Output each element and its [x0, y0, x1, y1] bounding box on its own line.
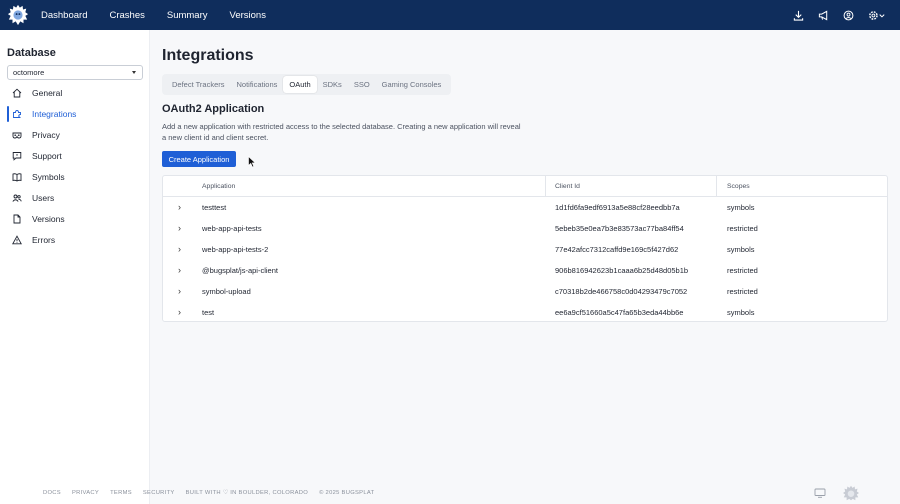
column-header-scopes: Scopes — [727, 183, 750, 190]
tab-oauth[interactable]: OAuth — [283, 76, 317, 93]
nav-versions[interactable]: Versions — [230, 10, 266, 21]
tab-defect-trackers[interactable]: Defect Trackers — [166, 76, 231, 93]
gear-icon[interactable] — [868, 10, 886, 21]
home-icon — [12, 88, 22, 98]
bugsplat-logo[interactable] — [7, 4, 29, 26]
users-icon — [12, 193, 22, 203]
table-row[interactable]: › symbol-upload c70318b2de466758c0d04293… — [163, 281, 887, 302]
scopes: restricted — [727, 287, 758, 296]
sidebar: Database octomore General Integrations P… — [0, 30, 150, 504]
client-id: ee6a9cf51660a5c47fa65b3eda44bb6e — [555, 308, 684, 317]
client-id: c70318b2de466758c0d04293479c7052 — [555, 287, 688, 296]
nav-crashes[interactable]: Crashes — [109, 10, 144, 21]
application-name: web-app-api-tests-2 — [202, 245, 269, 254]
nav-summary[interactable]: Summary — [167, 10, 208, 21]
monitor-icon[interactable] — [814, 488, 826, 498]
integrations-tabs: Defect Trackers Notifications OAuth SDKs… — [162, 74, 452, 95]
chevron-right-icon[interactable]: › — [178, 260, 181, 281]
footer-link-terms[interactable]: TERMS — [110, 490, 132, 496]
client-id: 906b816942623b1caaa6b25d48d05b1b — [555, 266, 689, 275]
file-icon — [12, 214, 22, 224]
footer-icons — [814, 485, 860, 501]
chevron-right-icon[interactable]: › — [178, 239, 181, 260]
section-description: Add a new application with restricted ac… — [162, 122, 521, 142]
puzzle-icon — [12, 109, 22, 119]
application-name: symbol-upload — [202, 287, 251, 296]
tab-notifications[interactable]: Notifications — [231, 76, 284, 93]
download-icon[interactable] — [793, 10, 804, 21]
scopes: symbols — [727, 308, 755, 317]
footer-copyright: © 2025 BUGSPLAT — [319, 490, 375, 496]
sidebar-item-integrations[interactable]: Integrations — [0, 104, 150, 124]
database-select[interactable]: octomore — [7, 65, 143, 80]
table-row[interactable]: › test ee6a9cf51660a5c47fa65b3eda44bb6e … — [163, 302, 887, 321]
sidebar-item-privacy[interactable]: Privacy — [0, 125, 150, 145]
chevron-right-icon[interactable]: › — [178, 218, 181, 239]
sidebar-item-support[interactable]: Support — [0, 146, 150, 166]
application-name: testtest — [202, 203, 227, 212]
scopes: restricted — [727, 224, 758, 233]
sidebar-item-label: Errors — [32, 235, 56, 245]
page-title: Integrations — [162, 47, 254, 64]
sidebar-item-label: Versions — [32, 214, 65, 224]
chevron-right-icon[interactable]: › — [178, 302, 181, 321]
table-header: Application Client Id Scopes — [163, 176, 887, 197]
table-row[interactable]: › web-app-api-tests-2 77e42afcc7312caffd… — [163, 239, 887, 260]
sidebar-item-errors[interactable]: Errors — [0, 230, 150, 250]
sidebar-item-symbols[interactable]: Symbols — [0, 167, 150, 187]
tab-sdks[interactable]: SDKs — [317, 76, 348, 93]
bugsplat-footer-logo — [843, 485, 859, 501]
mouse-cursor-icon — [248, 156, 256, 168]
sidebar-item-label: Privacy — [32, 130, 60, 140]
footer-link-security[interactable]: SECURITY — [143, 490, 175, 496]
section-title: OAuth2 Application — [162, 103, 265, 115]
sidebar-title: Database — [7, 47, 56, 59]
create-application-button[interactable]: Create Application — [162, 151, 236, 167]
chevron-right-icon[interactable]: › — [178, 197, 181, 218]
mask-icon — [12, 130, 22, 140]
column-divider — [545, 176, 546, 197]
footer-link-docs[interactable]: DOCS — [43, 490, 61, 496]
application-name: test — [202, 308, 215, 317]
scopes: restricted — [727, 266, 758, 275]
client-id: 77e42afcc7312caffd9e169c5f427d62 — [555, 245, 679, 254]
application-name: @bugsplat/js-api-client — [202, 266, 278, 275]
megaphone-icon[interactable] — [818, 10, 829, 21]
sidebar-item-label: Users — [32, 193, 55, 203]
sidebar-item-general[interactable]: General — [0, 83, 150, 103]
column-header-application: Application — [202, 183, 236, 190]
scopes: symbols — [727, 203, 755, 212]
chat-icon — [12, 151, 22, 161]
sidebar-item-label: Integrations — [32, 109, 77, 119]
top-nav-bar: Dashboard Crashes Summary Versions — [0, 0, 900, 30]
tab-sso[interactable]: SSO — [348, 76, 376, 93]
scopes: symbols — [727, 245, 755, 254]
client-id: 5ebeb35e0ea7b3e83573ac77ba84ff54 — [555, 224, 684, 233]
user-circle-icon[interactable] — [843, 10, 854, 21]
sidebar-item-versions[interactable]: Versions — [0, 209, 150, 229]
warning-icon — [12, 235, 22, 245]
footer-link-privacy[interactable]: PRIVACY — [72, 490, 99, 496]
table-row[interactable]: › web-app-api-tests 5ebeb35e0ea7b3e83573… — [163, 218, 887, 239]
sidebar-item-users[interactable]: Users — [0, 188, 150, 208]
table-row[interactable]: › @bugsplat/js-api-client 906b816942623b… — [163, 260, 887, 281]
nav-dashboard[interactable]: Dashboard — [41, 10, 87, 21]
book-icon — [12, 172, 22, 182]
caret-down-icon — [132, 71, 136, 74]
table-row[interactable]: › testtest 1d1fd6fa9edf6913a5e88cf28eedb… — [163, 197, 887, 218]
sidebar-item-label: General — [32, 88, 63, 98]
client-id: 1d1fd6fa9edf6913a5e88cf28eedbb7a — [555, 203, 680, 212]
footer: DOCS PRIVACY TERMS SECURITY BUILT WITH ♡… — [43, 490, 374, 496]
sidebar-item-label: Support — [32, 151, 62, 161]
footer-built-with: BUILT WITH ♡ IN BOULDER, COLORADO — [185, 490, 309, 496]
column-divider — [716, 176, 717, 197]
application-name: web-app-api-tests — [202, 224, 262, 233]
sidebar-item-label: Symbols — [32, 172, 65, 182]
column-header-client-id: Client Id — [555, 183, 580, 190]
tab-gaming-consoles[interactable]: Gaming Consoles — [376, 76, 448, 93]
oauth-applications-table: Application Client Id Scopes › testtest … — [162, 175, 888, 322]
database-select-value: octomore — [13, 68, 45, 77]
chevron-right-icon[interactable]: › — [178, 281, 181, 302]
